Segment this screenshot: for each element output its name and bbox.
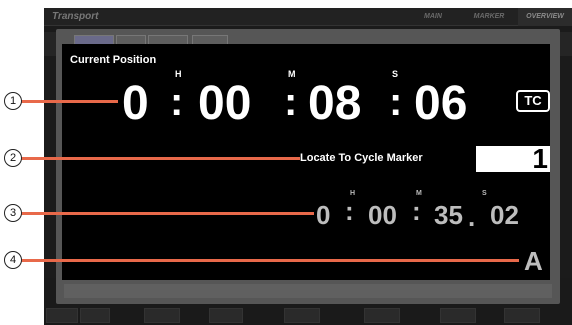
current-hours: 0 [122, 77, 149, 130]
position-display-panel: Current Position H M S 0 : 00 : 08 : 06 … [62, 44, 550, 280]
bottom-button[interactable] [504, 308, 540, 323]
seconds-unit: S [392, 69, 399, 79]
callout-leader-2 [21, 157, 300, 160]
callout-leader-3 [21, 212, 314, 215]
colon-separator: : [345, 196, 354, 226]
bottom-button[interactable] [80, 308, 110, 323]
bottom-button[interactable] [284, 308, 320, 323]
current-position-label: Current Position [70, 54, 157, 66]
bottom-button[interactable] [46, 308, 78, 323]
cycle-minutes: 00 [368, 200, 397, 230]
cycle-frames: 02 [490, 200, 519, 230]
overlay-footer [64, 284, 552, 298]
bottom-button[interactable] [209, 308, 243, 323]
title-bar: Transport MAIN MARKER OVERVIEW [44, 8, 572, 26]
callout-leader-1 [21, 100, 118, 103]
locate-cycle-marker-label: Locate To Cycle Marker [300, 152, 423, 164]
cycle-marker-number: 1 [532, 143, 548, 174]
timecode-format-button[interactable]: TC [516, 90, 550, 112]
cycle-hours: 0 [316, 200, 331, 230]
minutes-unit: M [288, 69, 296, 79]
cycle-seconds: 35 [434, 200, 463, 230]
seconds-unit: S [482, 190, 487, 197]
current-frames: 06 [414, 77, 468, 130]
callout-3: 3 [4, 204, 22, 222]
colon-separator: : [170, 80, 184, 124]
dot-separator: . [468, 202, 476, 232]
tab-overview[interactable]: OVERVIEW [518, 8, 572, 26]
current-minutes: 00 [198, 77, 252, 130]
callout-1: 1 [4, 92, 22, 110]
colon-separator: : [284, 80, 298, 124]
callout-4: 4 [4, 251, 22, 269]
callout-2: 2 [4, 149, 22, 167]
callout-leader-4 [21, 259, 519, 262]
bottom-button[interactable] [144, 308, 180, 323]
app-title: Transport [52, 11, 99, 22]
tab-marker[interactable]: MARKER [462, 8, 516, 26]
bottom-button[interactable] [364, 308, 400, 323]
current-seconds: 08 [308, 77, 362, 130]
tab-main[interactable]: MAIN [408, 8, 458, 26]
hours-unit: H [175, 69, 182, 79]
colon-separator: : [412, 196, 421, 226]
cycle-marker-number-field[interactable]: 1 [476, 143, 550, 174]
marker-letter: A [524, 246, 543, 276]
bottom-button[interactable] [440, 308, 476, 323]
colon-separator: : [389, 80, 403, 124]
